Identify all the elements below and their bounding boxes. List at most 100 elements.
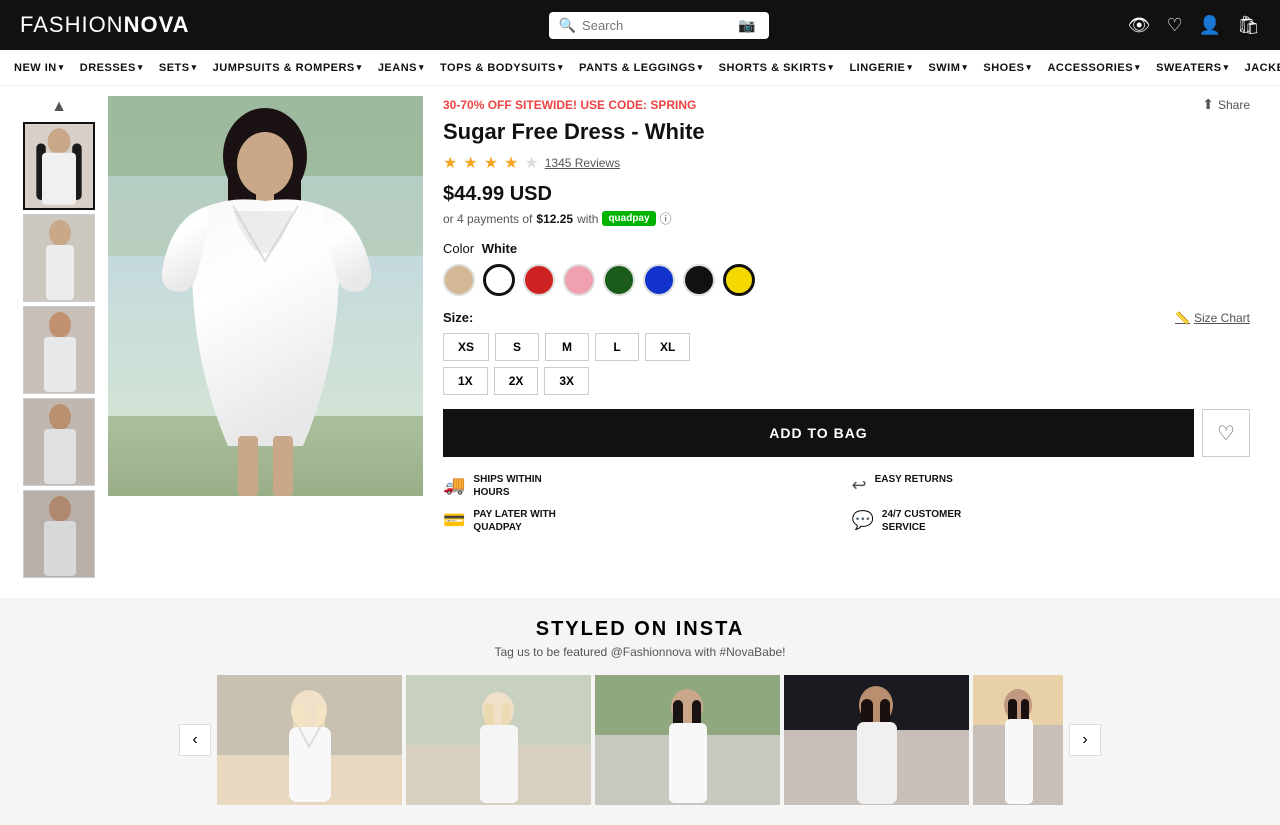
- thumbnail-3[interactable]: [23, 306, 95, 394]
- ship-icon: 🚚: [443, 475, 465, 496]
- nav-item-accessories[interactable]: ACCESSORIES▾: [1039, 50, 1148, 85]
- customer-service-text-2: SERVICE: [882, 522, 961, 533]
- feature-ships: 🚚 SHIPS WITHIN HOURS: [443, 473, 842, 498]
- reviews-link[interactable]: 1345 Reviews: [545, 156, 620, 170]
- logo[interactable]: FASHIONNOVA: [20, 12, 190, 38]
- chevron-down-icon: ▾: [828, 62, 833, 73]
- color-swatch-beige[interactable]: [443, 264, 475, 296]
- product-image-svg: [108, 96, 423, 496]
- feature-returns: ↩ EASY RETURNS: [852, 473, 1251, 498]
- insta-image-4[interactable]: [784, 675, 969, 805]
- size-3x[interactable]: 3X: [544, 367, 589, 395]
- color-swatch-black[interactable]: [683, 264, 715, 296]
- thumbnail-2[interactable]: [23, 214, 95, 302]
- size-m[interactable]: M: [545, 333, 589, 361]
- rating-row: ★ ★ ★ ★ ★ 1345 Reviews: [443, 153, 1250, 173]
- size-s[interactable]: S: [495, 333, 539, 361]
- feature-quadpay: 💳 PAY LATER WITH QUADPAY: [443, 508, 842, 533]
- chevron-down-icon: ▾: [1026, 62, 1031, 73]
- color-swatch-yellow[interactable]: [723, 264, 755, 296]
- thumbnail-5[interactable]: [23, 490, 95, 578]
- thumbnail-up-button[interactable]: ▲: [49, 96, 69, 118]
- quadpay-feature-icon: 💳: [443, 510, 465, 531]
- size-xl[interactable]: XL: [645, 333, 690, 361]
- nav-item-jackets[interactable]: JACKETS▾: [1237, 50, 1280, 85]
- eye-icon[interactable]: 👁: [1128, 15, 1151, 36]
- thumbnail-4[interactable]: [23, 398, 95, 486]
- bag-icon[interactable]: 🛍: [1237, 15, 1260, 36]
- color-swatch-blue[interactable]: [643, 264, 675, 296]
- wishlist-icon[interactable]: ♡: [1167, 15, 1183, 36]
- chevron-down-icon: ▾: [907, 62, 912, 73]
- insta-prev-button[interactable]: ‹: [179, 724, 211, 756]
- insta-image-1[interactable]: [217, 675, 402, 805]
- size-2x[interactable]: 2X: [494, 367, 539, 395]
- returns-icon: ↩: [852, 475, 867, 496]
- logo-fashion: FASHION: [20, 12, 124, 37]
- nav-label: SHOES: [983, 62, 1024, 74]
- insta-image-5[interactable]: [973, 675, 1063, 805]
- nav-item-pants[interactable]: PANTS & LEGGINGS▾: [571, 50, 711, 85]
- nav-label: TOPS & BODYSUITS: [440, 62, 556, 74]
- nav-label: ACCESSORIES: [1047, 62, 1133, 74]
- insta-carousel: ‹: [40, 675, 1240, 805]
- nav-label: JEANS: [378, 62, 417, 74]
- color-swatch-green[interactable]: [603, 264, 635, 296]
- nav-label: LINGERIE: [849, 62, 905, 74]
- product-title: Sugar Free Dress - White: [443, 119, 1250, 145]
- camera-icon[interactable]: 📷: [738, 17, 755, 34]
- features-grid: 🚚 SHIPS WITHIN HOURS ↩ EASY RETURNS 💳 PA…: [443, 473, 1250, 533]
- insta-image-3[interactable]: [595, 675, 780, 805]
- nav-item-lingerie[interactable]: LINGERIE▾: [841, 50, 920, 85]
- account-icon[interactable]: 👤: [1199, 15, 1221, 36]
- thumbnail-1[interactable]: [23, 122, 95, 210]
- promo-text: 30-70% OFF SITEWIDE! USE CODE: SPRING: [443, 98, 696, 112]
- share-label: Share: [1218, 98, 1250, 112]
- size-l[interactable]: L: [595, 333, 639, 361]
- size-1x[interactable]: 1X: [443, 367, 488, 395]
- nav-item-shorts[interactable]: SHORTS & SKIRTS▾: [711, 50, 842, 85]
- chevron-down-icon: ▾: [962, 62, 967, 73]
- ships-text: SHIPS WITHIN: [473, 473, 541, 487]
- color-swatch-white[interactable]: [483, 264, 515, 296]
- color-swatch-red[interactable]: [523, 264, 555, 296]
- chevron-down-icon: ▾: [558, 62, 563, 73]
- nav-item-swim[interactable]: SWIM▾: [920, 50, 975, 85]
- nav-label: PANTS & LEGGINGS: [579, 62, 696, 74]
- nav-item-jeans[interactable]: JEANS▾: [370, 50, 432, 85]
- returns-text: EASY RETURNS: [875, 473, 953, 487]
- search-input[interactable]: [582, 18, 732, 33]
- feature-customer-service: 💬 24/7 CUSTOMER SERVICE: [852, 508, 1251, 533]
- size-label: Size:: [443, 310, 473, 325]
- quadpay-info-icon[interactable]: ⓘ: [660, 210, 672, 227]
- size-xs[interactable]: XS: [443, 333, 489, 361]
- nav-item-jumpsuits[interactable]: JUMPSUITS & ROMPERS▾: [205, 50, 370, 85]
- nav-item-new-in[interactable]: NEW IN▾: [6, 50, 72, 85]
- color-swatch-pink[interactable]: [563, 264, 595, 296]
- share-icon: ⬆: [1202, 96, 1214, 113]
- nav-item-sets[interactable]: SETS▾: [151, 50, 205, 85]
- nav-label: JUMPSUITS & ROMPERS: [213, 62, 355, 74]
- color-row: Color White: [443, 241, 1250, 296]
- insta-title: STYLED ON INSTA: [40, 618, 1240, 641]
- size-chart-label: Size Chart: [1194, 311, 1250, 325]
- share-button[interactable]: ⬆ Share: [1202, 96, 1250, 113]
- nav-item-shoes[interactable]: SHOES▾: [975, 50, 1039, 85]
- size-chart-icon: 📏: [1175, 311, 1190, 325]
- nav-item-dresses[interactable]: DRESSES▾: [72, 50, 151, 85]
- nav-item-sweaters[interactable]: SWEATERS▾: [1148, 50, 1237, 85]
- quadpay-feature-text-2: QUADPAY: [473, 522, 555, 533]
- main-nav: NEW IN▾ DRESSES▾ SETS▾ JUMPSUITS & ROMPE…: [0, 50, 1280, 86]
- add-to-bag-button[interactable]: ADD TO BAG: [443, 409, 1194, 457]
- nav-label: SWEATERS: [1156, 62, 1222, 74]
- nav-item-tops[interactable]: TOPS & BODYSUITS▾: [432, 50, 571, 85]
- size-chart-link[interactable]: 📏 Size Chart: [1175, 311, 1250, 325]
- search-bar: 🔍 📷: [549, 12, 769, 39]
- header-center: 🔍 📷: [549, 12, 769, 39]
- insta-image-2[interactable]: [406, 675, 591, 805]
- insta-next-button[interactable]: ›: [1069, 724, 1101, 756]
- product-wishlist-button[interactable]: ♡: [1202, 409, 1250, 457]
- size-header: Size: 📏 Size Chart: [443, 310, 1250, 325]
- chevron-down-icon: ▾: [698, 62, 703, 73]
- star-2: ★: [463, 153, 477, 173]
